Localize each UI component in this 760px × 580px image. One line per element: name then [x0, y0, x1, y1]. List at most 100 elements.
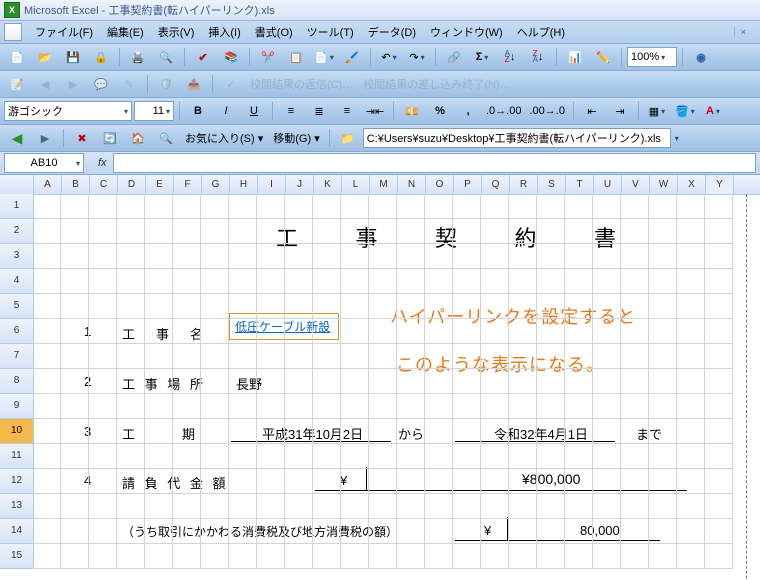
italic-icon[interactable]: I: [213, 100, 239, 122]
col-header[interactable]: F: [174, 175, 202, 194]
font-size-input[interactable]: 11▾: [134, 101, 174, 121]
col-header[interactable]: O: [426, 175, 454, 194]
menu-insert[interactable]: 挿入(I): [201, 22, 247, 42]
menu-tools[interactable]: ツール(T): [300, 22, 361, 42]
back-icon[interactable]: ◀: [4, 127, 30, 149]
row-header[interactable]: 7: [0, 344, 34, 369]
review-merge-end-label[interactable]: 校閲結果の差し込み終了(N)…: [359, 76, 514, 92]
menu-view[interactable]: 表示(V): [151, 22, 202, 42]
percent-icon[interactable]: %: [427, 100, 453, 122]
bold-icon[interactable]: B: [185, 100, 211, 122]
col-header[interactable]: A: [34, 175, 62, 194]
sort-asc-icon[interactable]: AZ↓: [497, 46, 523, 68]
decrease-decimal-icon[interactable]: .00→.0: [526, 100, 567, 122]
col-header[interactable]: C: [90, 175, 118, 194]
row-header[interactable]: 13: [0, 494, 34, 519]
undo-icon[interactable]: ↶▾: [376, 46, 402, 68]
col-header[interactable]: K: [314, 175, 342, 194]
underline-icon[interactable]: U: [241, 100, 267, 122]
review-prev-icon[interactable]: ◀: [32, 73, 58, 95]
stop-icon[interactable]: ✖: [69, 127, 95, 149]
worksheet[interactable]: A B C D E F G H I J K L M N O P Q R S T …: [0, 175, 760, 580]
review-show-icon[interactable]: 💬: [88, 73, 114, 95]
sort-desc-icon[interactable]: ZA↓: [525, 46, 551, 68]
menu-help[interactable]: ヘルプ(H): [510, 22, 572, 42]
minimize-ribbon-icon[interactable]: ×: [734, 27, 752, 37]
format-painter-icon[interactable]: 🖌️: [339, 46, 365, 68]
favorites-label[interactable]: お気に入り(S) ▾: [181, 130, 267, 146]
row-header-selected[interactable]: 10: [0, 419, 34, 444]
borders-icon[interactable]: ▦▾: [644, 100, 670, 122]
row-header[interactable]: 1: [0, 194, 34, 219]
row-header[interactable]: 11: [0, 444, 34, 469]
cell-grid[interactable]: [33, 194, 733, 569]
copy-icon[interactable]: 📋: [283, 46, 309, 68]
font-name-input[interactable]: 游ゴシック▾: [4, 101, 132, 121]
review-reply-label[interactable]: 校閲結果の返信(C)…: [246, 76, 357, 92]
new-doc-icon[interactable]: 📄: [4, 46, 30, 68]
spellcheck-icon[interactable]: ✔: [190, 46, 216, 68]
review-protect-icon[interactable]: 🛡️: [153, 73, 179, 95]
col-header[interactable]: Y: [706, 175, 734, 194]
row-header[interactable]: 4: [0, 269, 34, 294]
col-header[interactable]: R: [510, 175, 538, 194]
cut-icon[interactable]: ✂️: [255, 46, 281, 68]
review-next-icon[interactable]: ▶: [60, 73, 86, 95]
col-header[interactable]: V: [622, 175, 650, 194]
folder-icon[interactable]: 📁: [335, 127, 361, 149]
paste-icon[interactable]: 📄▾: [311, 46, 337, 68]
font-color-icon[interactable]: A▾: [700, 100, 726, 122]
col-header[interactable]: H: [230, 175, 258, 194]
row-header[interactable]: 8: [0, 369, 34, 394]
search-web-icon[interactable]: 🔍: [153, 127, 179, 149]
research-icon[interactable]: 📚: [218, 46, 244, 68]
col-header[interactable]: S: [538, 175, 566, 194]
print-preview-icon[interactable]: 🔍: [153, 46, 179, 68]
merge-center-icon[interactable]: ⇥⇤: [362, 100, 388, 122]
redo-icon[interactable]: ↷▾: [404, 46, 430, 68]
select-all-corner[interactable]: [0, 175, 34, 195]
open-icon[interactable]: 📂: [32, 46, 58, 68]
address-path[interactable]: C:¥Users¥suzu¥Desktop¥工事契約書(転ハイパーリンク).xl…: [363, 128, 671, 148]
review-ink-icon[interactable]: ✎: [116, 73, 142, 95]
row-header[interactable]: 5: [0, 294, 34, 319]
formula-input[interactable]: [113, 153, 756, 173]
review-share-icon[interactable]: 📤: [181, 73, 207, 95]
increase-decimal-icon[interactable]: .0→.00: [483, 100, 524, 122]
col-header[interactable]: T: [566, 175, 594, 194]
drawing-icon[interactable]: ✏️: [590, 46, 616, 68]
increase-indent-icon[interactable]: ⇥: [607, 100, 633, 122]
col-header[interactable]: G: [202, 175, 230, 194]
refresh-icon[interactable]: 🔄: [97, 127, 123, 149]
col-header[interactable]: J: [286, 175, 314, 194]
print-icon[interactable]: 🖨️: [125, 46, 151, 68]
row-header[interactable]: 6: [0, 319, 34, 344]
col-header[interactable]: X: [678, 175, 706, 194]
col-header[interactable]: L: [342, 175, 370, 194]
col-header[interactable]: I: [258, 175, 286, 194]
menu-edit[interactable]: 編集(E): [100, 22, 151, 42]
menu-window[interactable]: ウィンドウ(W): [423, 22, 510, 42]
forward-icon[interactable]: ▶: [32, 127, 58, 149]
document-icon[interactable]: [4, 23, 22, 41]
zoom-input[interactable]: 100%▾: [627, 47, 677, 67]
col-header[interactable]: W: [650, 175, 678, 194]
col-header[interactable]: B: [62, 175, 90, 194]
fx-label[interactable]: fx: [98, 157, 107, 169]
review-new-comment-icon[interactable]: 📝: [4, 73, 30, 95]
name-box[interactable]: AB10 ▾: [4, 153, 84, 173]
row-header[interactable]: 15: [0, 544, 34, 569]
decrease-indent-icon[interactable]: ⇤: [579, 100, 605, 122]
align-left-icon[interactable]: ≡: [278, 100, 304, 122]
row-header[interactable]: 14: [0, 519, 34, 544]
col-header[interactable]: N: [398, 175, 426, 194]
goto-label[interactable]: 移動(G) ▾: [269, 130, 323, 146]
chart-wizard-icon[interactable]: 📊: [562, 46, 588, 68]
col-header[interactable]: Q: [482, 175, 510, 194]
namebox-dropdown-icon[interactable]: ▾: [76, 159, 80, 168]
currency-icon[interactable]: 💴: [399, 100, 425, 122]
col-header[interactable]: M: [370, 175, 398, 194]
align-right-icon[interactable]: ≡: [334, 100, 360, 122]
menu-file[interactable]: ファイル(F): [28, 22, 100, 42]
path-dropdown-icon[interactable]: ▾: [675, 134, 679, 143]
